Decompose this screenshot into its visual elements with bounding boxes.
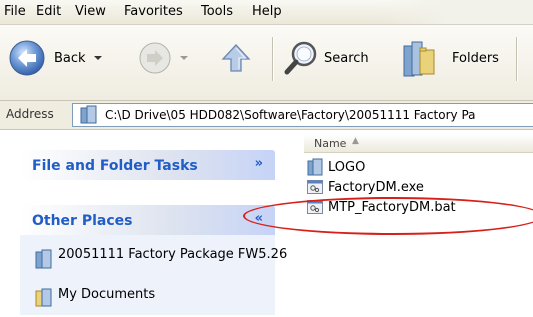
back-button[interactable]: Back <box>8 38 102 78</box>
file-name: FactoryDM.exe <box>328 179 424 195</box>
sort-ascending-icon: ▲ <box>352 136 359 146</box>
menu-bar: File Edit View Favorites Tools Help <box>0 0 533 25</box>
back-dropdown-icon[interactable] <box>93 56 102 60</box>
other-places-body: 20051111 Factory Package FW5.26 My Docum… <box>20 235 287 315</box>
up-arrow-icon <box>221 44 251 72</box>
my-documents-icon <box>35 288 52 307</box>
place-item-my-documents[interactable]: My Documents <box>34 287 156 307</box>
executable-icon <box>307 180 323 194</box>
folders-button[interactable]: Folders <box>400 38 499 78</box>
toolbar: Back Search Folders <box>0 25 533 101</box>
menu-edit[interactable]: Edit <box>36 4 61 19</box>
toolbar-separator <box>272 37 273 81</box>
column-name-label: Name <box>314 137 347 150</box>
address-path: C:\D Drive\05 HDD082\Software\Factory\20… <box>105 108 476 122</box>
highlight-ellipse <box>243 197 533 235</box>
file-folder-tasks-header[interactable]: File and Folder Tasks » <box>20 150 275 180</box>
file-name: LOGO <box>328 159 366 175</box>
menu-tools[interactable]: Tools <box>201 4 233 19</box>
column-header-name[interactable]: Name ▲ <box>304 134 533 153</box>
chevron-down-icon[interactable]: » <box>255 156 263 171</box>
other-places-title: Other Places <box>32 213 133 229</box>
up-folder-button[interactable] <box>218 38 254 78</box>
file-row-factorydm-exe[interactable]: FactoryDM.exe <box>306 178 424 196</box>
folder-icon <box>307 158 323 176</box>
other-places-header[interactable]: Other Places « <box>20 205 275 235</box>
menu-view[interactable]: View <box>75 4 106 19</box>
place-label: 20051111 Factory Package FW5.26 <box>58 247 288 262</box>
menu-file[interactable]: File <box>4 4 26 19</box>
address-label: Address <box>6 107 54 121</box>
file-row-logo[interactable]: LOGO <box>306 158 365 176</box>
back-arrow-icon <box>9 40 45 76</box>
forward-arrow-icon <box>139 42 171 74</box>
menu-favorites[interactable]: Favorites <box>124 4 183 19</box>
file-folder-tasks-title: File and Folder Tasks <box>32 158 198 174</box>
toolbar-separator <box>516 37 517 81</box>
forward-dropdown-icon[interactable] <box>180 56 188 60</box>
search-label: Search <box>324 50 369 66</box>
folders-icon <box>403 41 435 77</box>
folders-label: Folders <box>452 50 499 66</box>
search-button[interactable]: Search <box>284 38 369 78</box>
forward-button[interactable] <box>138 38 188 78</box>
search-icon <box>284 41 317 75</box>
address-bar: Address C:\D Drive\05 HDD082\Software\Fa… <box>0 101 533 130</box>
folder-icon <box>35 249 52 269</box>
place-item-package[interactable]: 20051111 Factory Package FW5.26 <box>34 247 288 269</box>
back-label: Back <box>54 50 86 66</box>
place-label: My Documents <box>58 287 156 302</box>
menu-bar-fade <box>380 0 533 24</box>
address-input[interactable]: C:\D Drive\05 HDD082\Software\Factory\20… <box>72 103 533 127</box>
menu-help[interactable]: Help <box>252 4 282 19</box>
folder-icon <box>80 105 97 124</box>
